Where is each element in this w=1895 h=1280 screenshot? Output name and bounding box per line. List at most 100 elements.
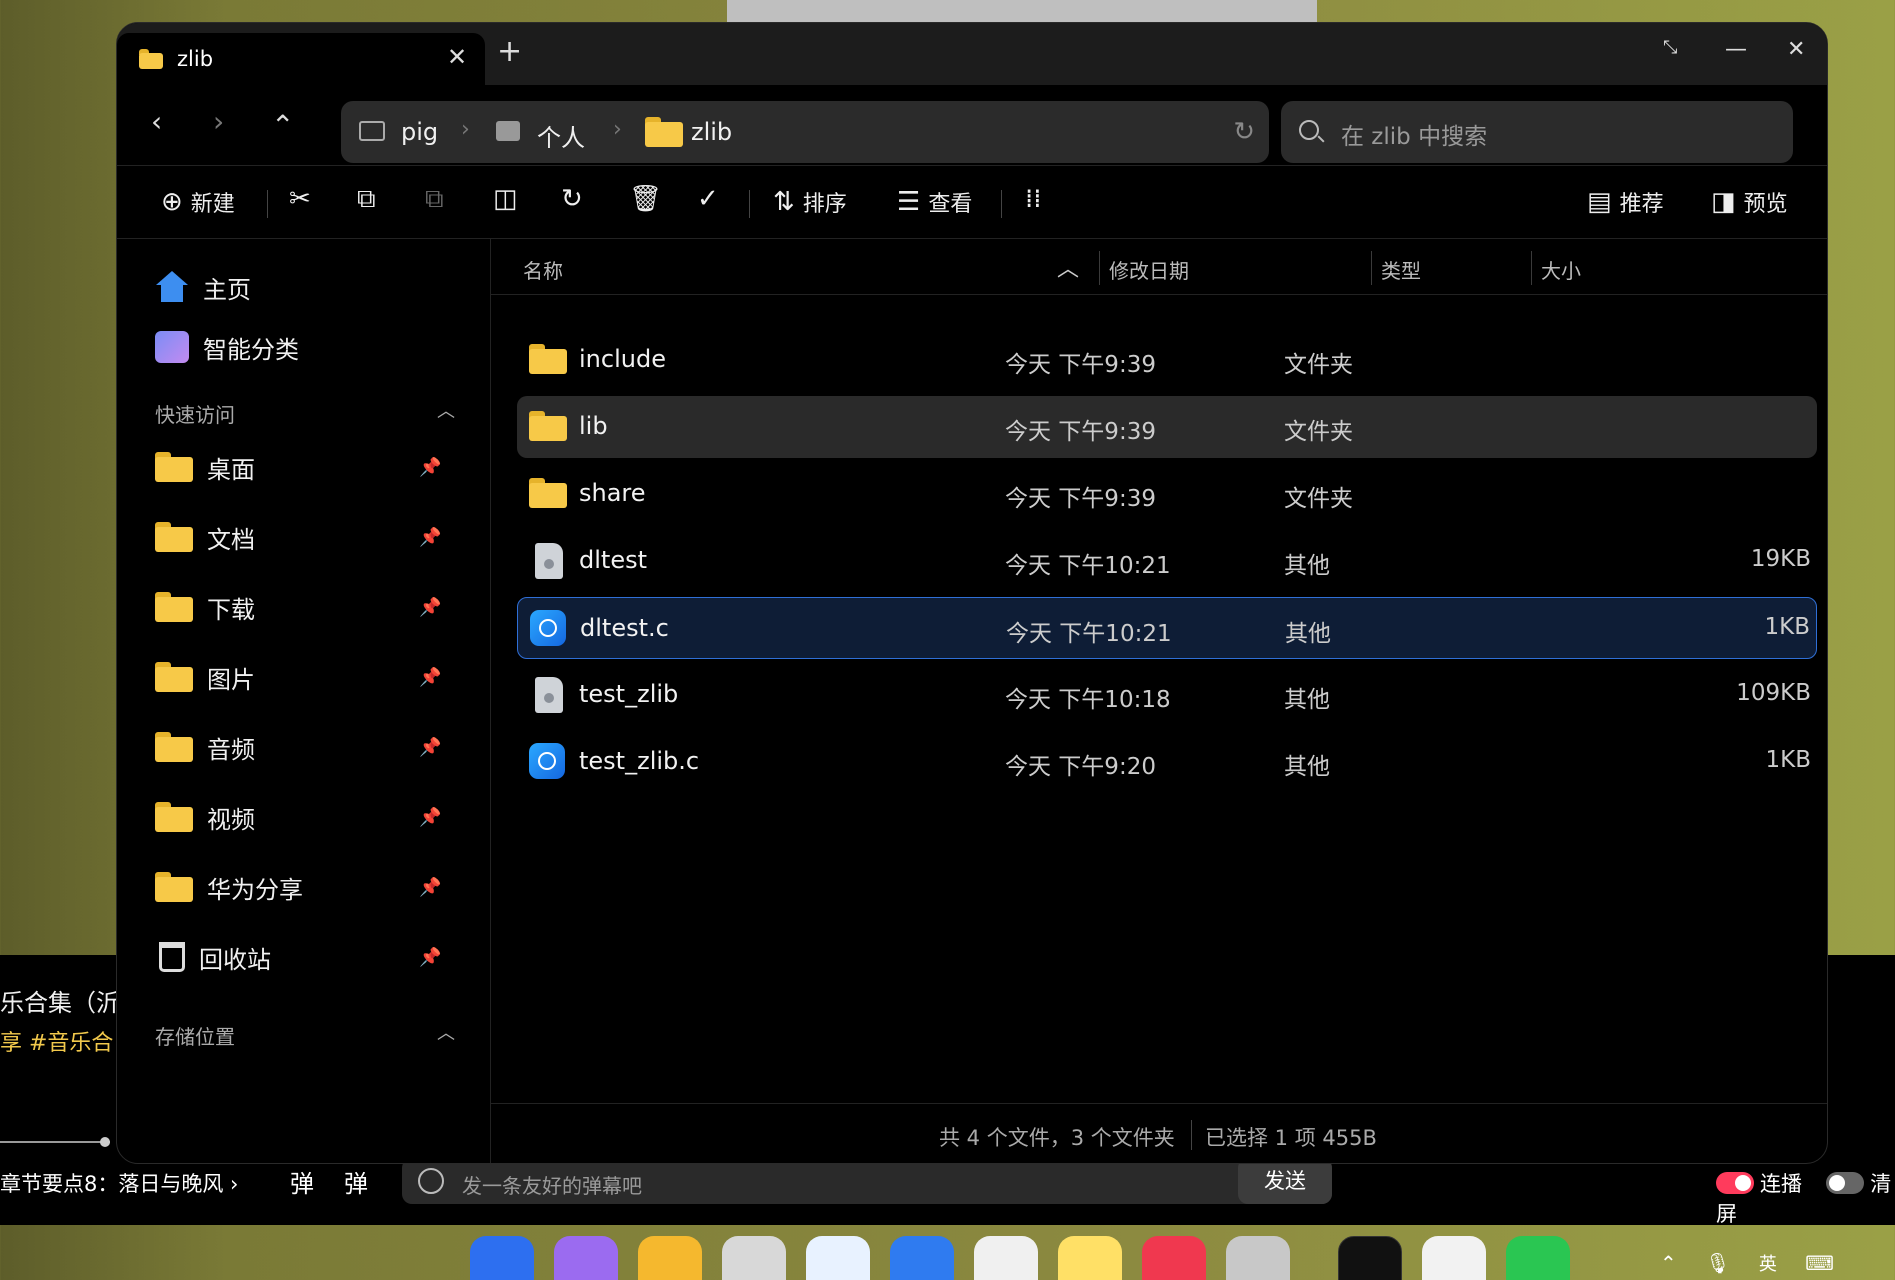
microphone-icon[interactable]: 🎙 xyxy=(1705,1251,1730,1275)
terminal-icon[interactable] xyxy=(1422,1236,1486,1280)
settings-icon[interactable] xyxy=(1226,1236,1290,1280)
more-button[interactable]: ⁞⁞ xyxy=(1025,186,1042,212)
video-progress-bar[interactable] xyxy=(0,1141,110,1143)
sidebar-item-desktop[interactable]: 桌面 xyxy=(155,447,455,487)
appgallery-icon[interactable] xyxy=(1142,1236,1206,1280)
sidebar-item-downloads[interactable]: 下载 xyxy=(155,587,455,627)
pin-icon[interactable]: 📌 xyxy=(419,737,441,758)
column-divider[interactable] xyxy=(1371,251,1372,285)
file-row[interactable]: lib 今天 下午9:39 文件夹 xyxy=(517,396,1817,458)
mail-icon[interactable] xyxy=(890,1236,954,1280)
tray-expand-icon[interactable]: ⌃ xyxy=(1660,1251,1677,1275)
recommend-button[interactable]: ▤ 推荐 xyxy=(1587,186,1664,218)
new-tab-button[interactable]: + xyxy=(497,37,522,67)
back-button[interactable]: ‹ xyxy=(151,105,162,138)
new-button[interactable]: ⊕ 新建 xyxy=(161,186,235,218)
notes-icon[interactable] xyxy=(1058,1236,1122,1280)
danmaku-toggle-icon[interactable]: 弹 xyxy=(290,1164,314,1199)
paste-button[interactable]: ⧉ xyxy=(425,186,444,212)
file-row[interactable]: share 今天 下午9:39 文件夹 xyxy=(517,463,1817,525)
sidebar-item-smart[interactable]: 智能分类 xyxy=(155,327,455,367)
chevron-up-icon[interactable]: ︿ xyxy=(437,397,455,423)
wechat-icon[interactable] xyxy=(1506,1236,1570,1280)
tiktok-icon[interactable] xyxy=(1338,1236,1402,1280)
video-progress-handle[interactable] xyxy=(100,1137,110,1147)
trash-app-icon[interactable] xyxy=(722,1236,786,1280)
column-size[interactable]: 大小 xyxy=(1541,255,1581,284)
pin-icon[interactable]: 📌 xyxy=(419,807,441,828)
sidebar-item-huawei-share[interactable]: 华为分享 xyxy=(155,867,455,907)
browser-icon[interactable] xyxy=(806,1236,870,1280)
section-title: 快速访问 xyxy=(155,403,235,427)
view-button[interactable]: ☰ 查看 xyxy=(897,186,972,218)
pin-icon[interactable]: 📌 xyxy=(419,527,441,548)
sort-button[interactable]: ⇅ 排序 xyxy=(773,186,847,218)
sidebar-item-videos[interactable]: 视频 xyxy=(155,797,455,837)
video-title[interactable]: 乐合集（沂 xyxy=(0,983,120,1018)
pin-icon[interactable]: 📌 xyxy=(419,457,441,478)
file-row[interactable]: test_zlib 今天 下午10:18 其他 109KB xyxy=(517,664,1817,726)
sidebar-item-recycle[interactable]: 回收站 xyxy=(155,937,455,977)
restore-button[interactable]: ⤡ xyxy=(1663,37,1677,58)
file-row-selected[interactable]: dltest.c 今天 下午10:21 其他 1KB xyxy=(517,597,1817,659)
close-window-button[interactable]: ✕ xyxy=(1787,37,1805,62)
storage-header[interactable]: 存储位置 ︿ xyxy=(155,1021,455,1050)
forward-button[interactable]: › xyxy=(213,105,224,138)
sidebar-item-audio[interactable]: 音频 xyxy=(155,727,455,767)
app-store-icon[interactable] xyxy=(554,1236,618,1280)
ime-indicator[interactable]: 英 xyxy=(1759,1254,1777,1275)
breadcrumb-zlib[interactable]: zlib xyxy=(691,118,732,146)
file-row[interactable]: test_zlib.c 今天 下午9:20 其他 1KB xyxy=(517,731,1817,793)
cut-button[interactable]: ✂ xyxy=(289,186,311,212)
minimize-button[interactable]: — xyxy=(1725,37,1747,62)
column-date[interactable]: 修改日期 xyxy=(1109,255,1189,284)
gallery-icon[interactable] xyxy=(974,1236,1038,1280)
pin-icon[interactable]: 📌 xyxy=(419,877,441,898)
files-icon[interactable] xyxy=(638,1236,702,1280)
pin-icon[interactable]: 📌 xyxy=(419,947,441,968)
emoji-icon[interactable] xyxy=(418,1168,444,1194)
quick-access-header[interactable]: 快速访问 ︿ xyxy=(155,399,455,428)
search-input[interactable]: 在 zlib 中搜索 xyxy=(1281,101,1793,163)
sidebar-item-home[interactable]: 主页 xyxy=(155,267,455,307)
danmaku-send-button[interactable]: 发送 xyxy=(1238,1158,1332,1204)
autoplay-switch[interactable] xyxy=(1716,1172,1754,1194)
address-bar[interactable]: pig › 个人 › zlib ↻ xyxy=(341,101,1269,163)
breadcrumb-pig[interactable]: pig xyxy=(401,118,438,146)
sort-ascending-icon[interactable]: ︿ xyxy=(1057,251,1079,283)
sidebar-item-documents[interactable]: 文档 xyxy=(155,517,455,557)
chevron-up-icon[interactable]: ︿ xyxy=(437,1019,455,1045)
tab-close-icon[interactable]: ✕ xyxy=(447,43,467,71)
clear-screen-switch[interactable] xyxy=(1826,1172,1865,1194)
column-divider[interactable] xyxy=(1531,251,1532,285)
danmaku-input[interactable]: 发一条友好的弹幕吧 xyxy=(402,1158,1332,1204)
tab-zlib[interactable]: zlib ✕ xyxy=(117,33,485,85)
keyboard-icon[interactable]: ⌨ xyxy=(1805,1251,1834,1275)
file-row[interactable]: include 今天 下午9:39 文件夹 xyxy=(517,329,1817,391)
file-type: 其他 xyxy=(1284,553,1330,579)
item-count: 共 4 个文件，3 个文件夹 xyxy=(939,1126,1175,1150)
pin-icon[interactable]: 📌 xyxy=(419,667,441,688)
share-button[interactable]: ↻ xyxy=(561,186,583,212)
up-button[interactable]: ⌃ xyxy=(271,109,294,142)
pin-icon[interactable]: 📌 xyxy=(419,597,441,618)
video-tags[interactable]: 享 #音乐合 xyxy=(0,1025,113,1057)
sidebar-item-label: 华为分享 xyxy=(207,875,303,904)
autoplay-toggle[interactable]: 连播 清屏 xyxy=(1716,1168,1895,1228)
select-button[interactable]: ✓ xyxy=(697,186,719,212)
file-date: 今天 下午9:20 xyxy=(1005,754,1156,780)
file-row[interactable]: dltest 今天 下午10:21 其他 19KB xyxy=(517,530,1817,592)
delete-button[interactable]: 🗑 xyxy=(629,186,662,212)
sidebar-item-pictures[interactable]: 图片 xyxy=(155,657,455,697)
danmaku-settings-icon[interactable]: 弹 xyxy=(344,1164,368,1199)
chapter-link[interactable]: 章节要点8：落日与晚风 › xyxy=(0,1168,238,1198)
column-type[interactable]: 类型 xyxy=(1381,255,1421,284)
preview-button[interactable]: ◨ 预览 xyxy=(1711,186,1788,218)
copy-button[interactable]: ⧉ xyxy=(357,186,376,212)
refresh-icon[interactable]: ↻ xyxy=(1233,117,1255,147)
launcher-icon[interactable] xyxy=(470,1236,534,1280)
breadcrumb-personal[interactable]: 个人 xyxy=(537,118,585,153)
rename-button[interactable]: ◫ xyxy=(493,186,518,212)
column-name[interactable]: 名称 xyxy=(523,255,563,284)
column-divider[interactable] xyxy=(1099,251,1100,285)
